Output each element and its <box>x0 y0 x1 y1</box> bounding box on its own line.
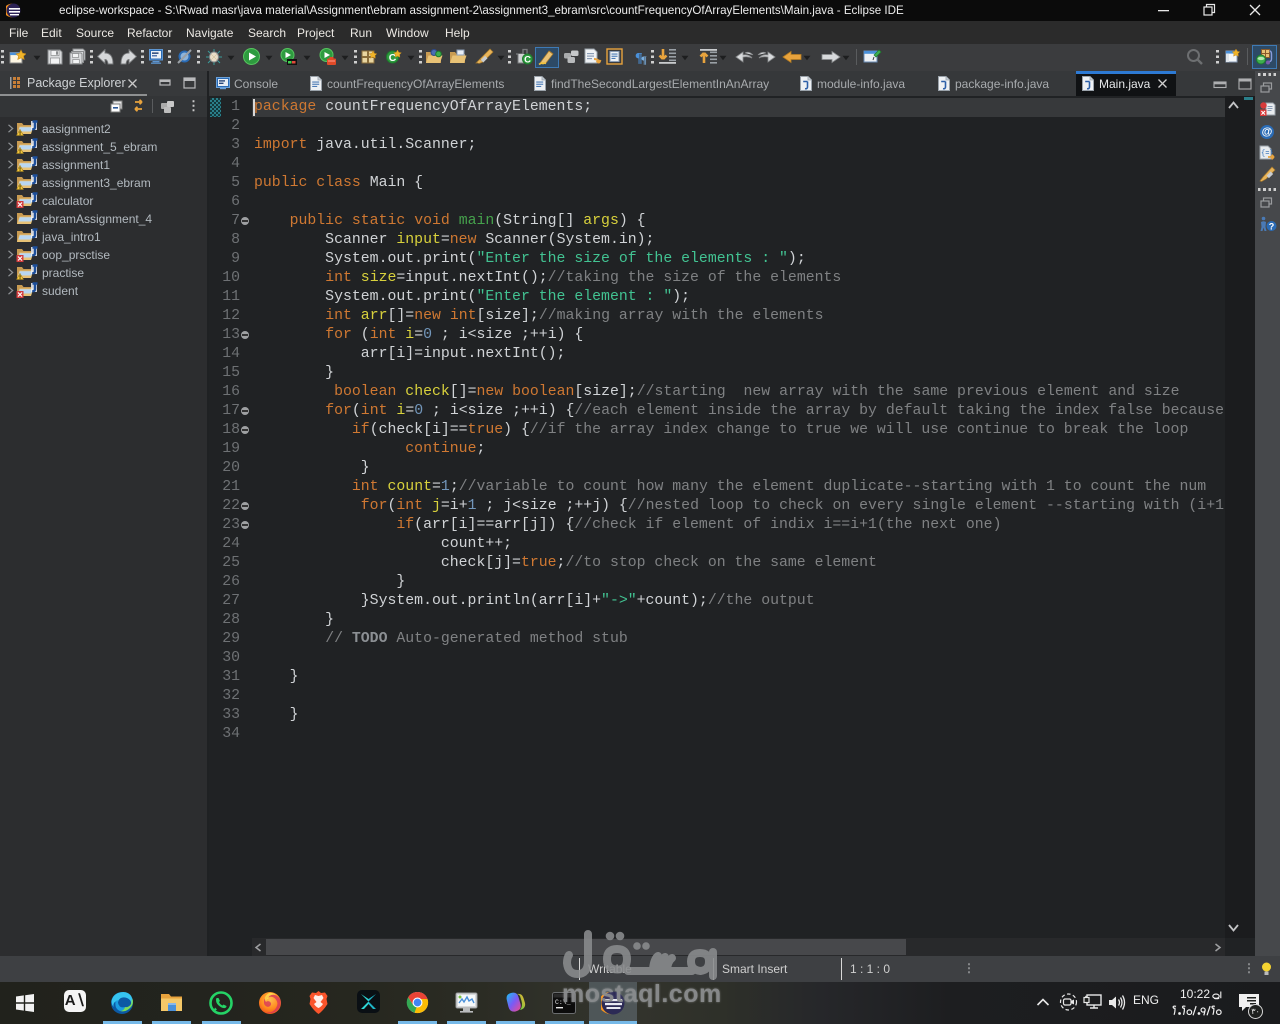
svg-text:¶: ¶ <box>641 55 647 66</box>
svg-text:C: C <box>524 55 531 66</box>
svg-text:?: ? <box>1269 222 1275 232</box>
